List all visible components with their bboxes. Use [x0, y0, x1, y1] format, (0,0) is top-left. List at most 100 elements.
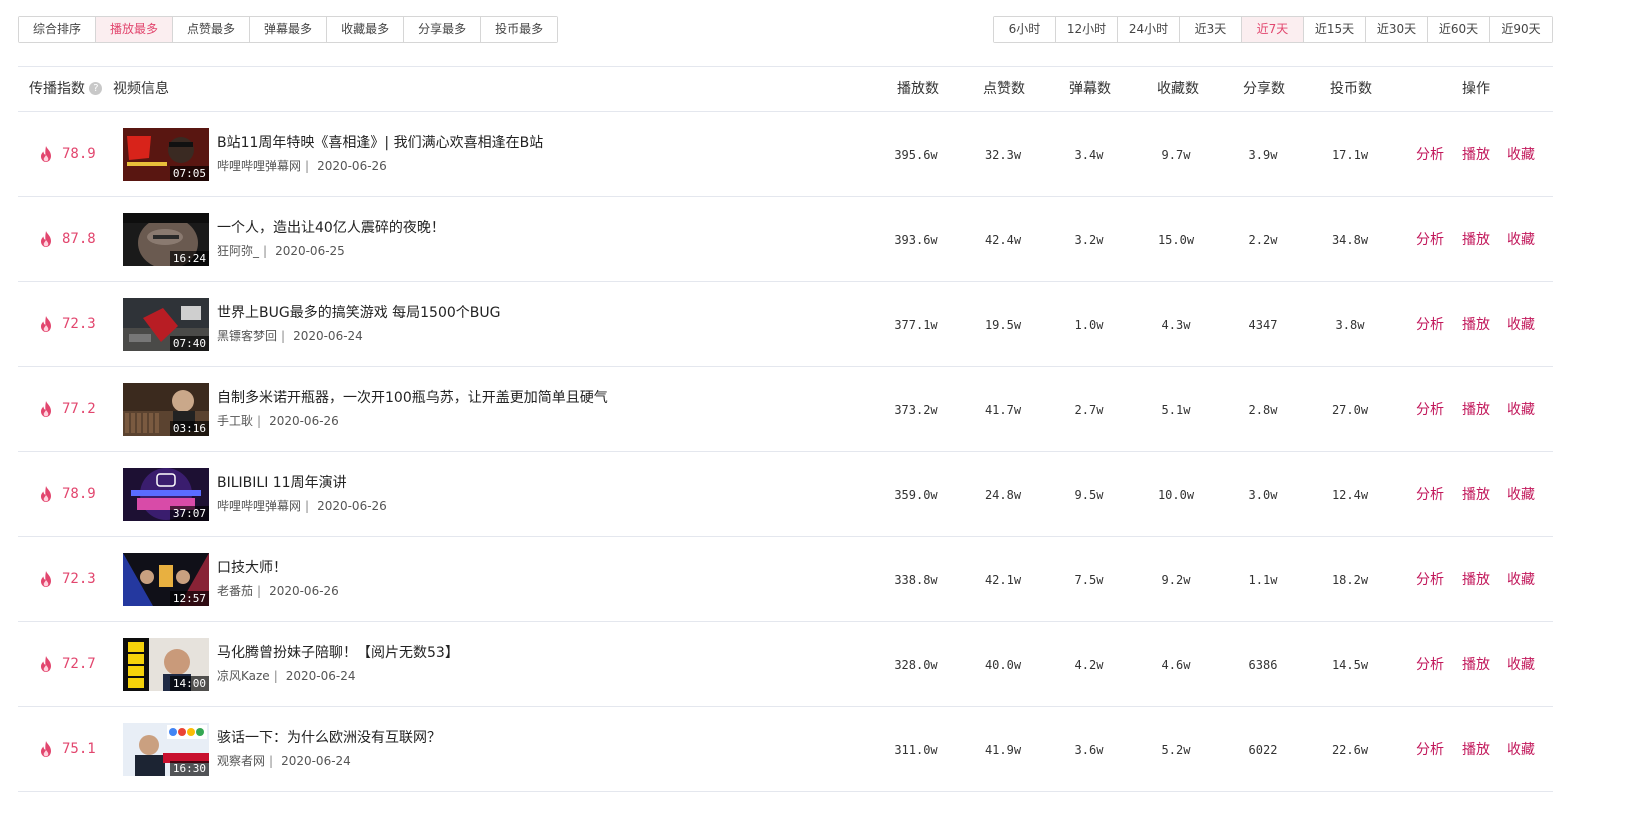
video-title-link[interactable]: 世界上BUG最多的搞笑游戏 每局1500个BUG — [217, 304, 500, 322]
video-author-link[interactable]: 哔哩哔哩弹幕网 — [217, 499, 301, 513]
video-title-link[interactable]: B站11周年特映《喜相逢》| 我们满心欢喜相逢在B站 — [217, 134, 543, 152]
header-danmaku[interactable]: 弹幕数 — [1069, 67, 1111, 112]
flame-icon — [40, 231, 52, 247]
video-thumbnail[interactable]: 37:07 — [123, 468, 209, 521]
stat-favorites: 5.1w — [1161, 403, 1191, 417]
video-title-link[interactable]: 骇话一下：为什么欧洲没有互联网？ — [217, 729, 441, 747]
header-shares[interactable]: 分享数 — [1243, 67, 1285, 112]
analyze-link[interactable]: 分析 — [1416, 486, 1444, 504]
play-link[interactable]: 播放 — [1462, 316, 1490, 334]
stat-likes: 40.0w — [984, 658, 1022, 672]
help-icon[interactable]: ? — [89, 81, 103, 95]
header-spread-index: 传播指数 ? — [29, 67, 103, 112]
flame-icon — [40, 656, 52, 672]
stat-coins: 22.6w — [1331, 743, 1369, 757]
stat-likes: 32.3w — [984, 148, 1022, 162]
sort-tab-most-liked[interactable]: 点赞最多 — [173, 17, 251, 42]
header-likes[interactable]: 点赞数 — [983, 67, 1025, 112]
time-tab-3d[interactable]: 近3天 — [1180, 17, 1242, 42]
play-link[interactable]: 播放 — [1462, 401, 1490, 419]
analyze-link[interactable]: 分析 — [1416, 656, 1444, 674]
video-thumbnail[interactable]: 14:00 — [123, 638, 209, 691]
time-tab-60d[interactable]: 近60天 — [1428, 17, 1490, 42]
play-link[interactable]: 播放 — [1462, 146, 1490, 164]
time-range-tabs: 6小时 12小时 24小时 近3天 近7天 近15天 近30天 近60天 近90… — [993, 16, 1553, 43]
time-tab-30d[interactable]: 近30天 — [1366, 17, 1428, 42]
meta-separator: | — [269, 754, 274, 768]
video-author-link[interactable]: 观察者网 — [217, 754, 265, 768]
header-plays[interactable]: 播放数 — [897, 67, 939, 112]
video-author-link[interactable]: 黑镖客梦回 — [217, 329, 277, 343]
sort-tab-most-danmaku[interactable]: 弹幕最多 — [250, 17, 328, 42]
analyze-link[interactable]: 分析 — [1416, 741, 1444, 759]
stat-shares: 4347 — [1248, 318, 1278, 332]
stat-shares: 3.0w — [1248, 488, 1278, 502]
analyze-link[interactable]: 分析 — [1416, 146, 1444, 164]
stat-shares: 6386 — [1248, 658, 1278, 672]
sort-tab-most-coins[interactable]: 投币最多 — [481, 17, 558, 42]
video-meta: 黑镖客梦回 | 2020-06-24 — [217, 328, 363, 344]
video-author-link[interactable]: 狂阿弥_ — [217, 244, 259, 258]
favorite-link[interactable]: 收藏 — [1507, 316, 1535, 334]
video-date: 2020-06-25 — [275, 244, 345, 258]
video-duration: 07:05 — [169, 166, 209, 181]
video-title-link[interactable]: 自制多米诺开瓶器，一次开100瓶乌苏，让开盖更加简单且硬气 — [217, 389, 608, 407]
play-link[interactable]: 播放 — [1462, 231, 1490, 249]
favorite-link[interactable]: 收藏 — [1507, 656, 1535, 674]
time-tab-90d[interactable]: 近90天 — [1490, 17, 1552, 42]
favorite-link[interactable]: 收藏 — [1507, 231, 1535, 249]
header-favorites[interactable]: 收藏数 — [1157, 67, 1199, 112]
video-meta: 哔哩哔哩弹幕网 | 2020-06-26 — [217, 158, 387, 174]
favorite-link[interactable]: 收藏 — [1507, 571, 1535, 589]
video-author-link[interactable]: 凉风Kaze — [217, 669, 270, 683]
table-row: 87.8 16:24 一个人，造出让40亿人震碎的夜晚！ 狂阿弥_ | 2020-06-2… — [18, 197, 1553, 282]
meta-separator: | — [305, 159, 310, 173]
stat-shares: 2.8w — [1248, 403, 1278, 417]
table-row: 78.9 07:05 B站11周年特映《喜相逢》| 我们满心欢喜相逢在B站 哔哩哔哩弹… — [18, 112, 1553, 197]
header-coins[interactable]: 投币数 — [1330, 67, 1372, 112]
time-tab-12h[interactable]: 12小时 — [1056, 17, 1118, 42]
play-link[interactable]: 播放 — [1462, 741, 1490, 759]
video-author-link[interactable]: 手工耿 — [217, 414, 253, 428]
play-link[interactable]: 播放 — [1462, 486, 1490, 504]
analyze-link[interactable]: 分析 — [1416, 571, 1444, 589]
favorite-link[interactable]: 收藏 — [1507, 486, 1535, 504]
stat-coins: 34.8w — [1331, 233, 1369, 247]
stat-shares: 1.1w — [1248, 573, 1278, 587]
sort-tab-most-played[interactable]: 播放最多 — [96, 17, 174, 42]
stat-coins: 18.2w — [1331, 573, 1369, 587]
video-thumbnail[interactable]: 16:30 — [123, 723, 209, 776]
analyze-link[interactable]: 分析 — [1416, 401, 1444, 419]
video-duration: 16:30 — [169, 761, 209, 776]
video-author-link[interactable]: 老番茄 — [217, 584, 253, 598]
table-row: 77.2 03:16 自制多米诺开瓶器，一次开100瓶乌苏，让开盖更加简单且硬气 手工… — [18, 367, 1553, 452]
ranking-table: 传播指数 ? 视频信息 播放数 点赞数 弹幕数 收藏数 分享数 投币数 操作 7… — [18, 66, 1553, 792]
video-thumbnail[interactable]: 07:05 — [123, 128, 209, 181]
favorite-link[interactable]: 收藏 — [1507, 146, 1535, 164]
video-thumbnail[interactable]: 03:16 — [123, 383, 209, 436]
favorite-link[interactable]: 收藏 — [1507, 741, 1535, 759]
sort-tab-most-favorited[interactable]: 收藏最多 — [327, 17, 405, 42]
video-title-link[interactable]: 马化腾曾扮妹子陪聊！【阅片无数53】 — [217, 644, 459, 662]
video-title-link[interactable]: 一个人，造出让40亿人震碎的夜晚！ — [217, 219, 445, 237]
video-thumbnail[interactable]: 16:24 — [123, 213, 209, 266]
video-thumbnail[interactable]: 07:40 — [123, 298, 209, 351]
stat-plays: 393.6w — [894, 233, 938, 247]
video-title-link[interactable]: BILIBILI 11周年演讲 — [217, 474, 347, 492]
video-thumbnail[interactable]: 12:57 — [123, 553, 209, 606]
time-tab-24h[interactable]: 24小时 — [1118, 17, 1180, 42]
analyze-link[interactable]: 分析 — [1416, 316, 1444, 334]
play-link[interactable]: 播放 — [1462, 656, 1490, 674]
video-meta: 哔哩哔哩弹幕网 | 2020-06-26 — [217, 498, 387, 514]
video-author-link[interactable]: 哔哩哔哩弹幕网 — [217, 159, 301, 173]
time-tab-15d[interactable]: 近15天 — [1304, 17, 1366, 42]
video-title-link[interactable]: 口技大师！ — [217, 559, 287, 577]
sort-tab-overall[interactable]: 综合排序 — [19, 17, 97, 42]
analyze-link[interactable]: 分析 — [1416, 231, 1444, 249]
favorite-link[interactable]: 收藏 — [1507, 401, 1535, 419]
stat-favorites: 9.7w — [1161, 148, 1191, 162]
time-tab-6h[interactable]: 6小时 — [994, 17, 1056, 42]
time-tab-7d[interactable]: 近7天 — [1242, 17, 1304, 42]
play-link[interactable]: 播放 — [1462, 571, 1490, 589]
sort-tab-most-shared[interactable]: 分享最多 — [404, 17, 482, 42]
